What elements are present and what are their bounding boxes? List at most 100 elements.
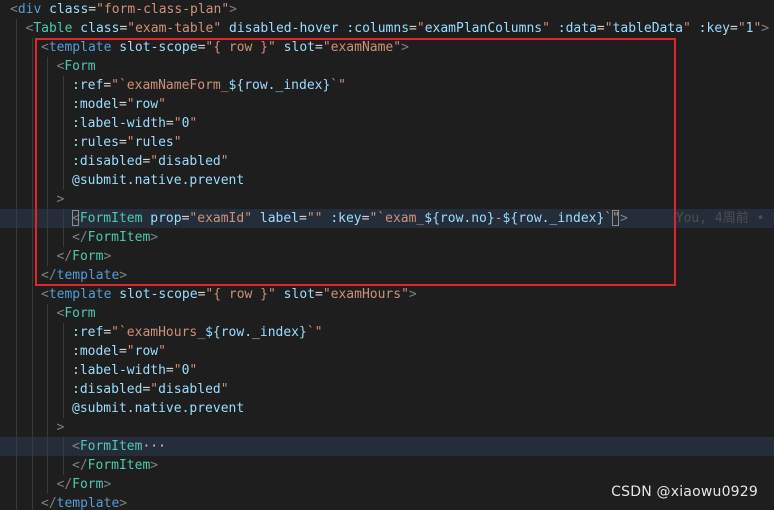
code-token: tableData	[612, 21, 684, 36]
indent-guide	[32, 285, 33, 304]
code-token: @submit.native.prevent	[72, 173, 245, 188]
code-line[interactable]: >	[0, 418, 774, 437]
code-line[interactable]: <div class="form-class-plan">	[0, 0, 774, 19]
code-editor[interactable]: <div class="form-class-plan"> <Table clas…	[0, 0, 774, 510]
code-line[interactable]: <Form	[0, 57, 774, 76]
code-token: -	[494, 211, 503, 226]
indent-guide	[32, 475, 33, 494]
code-token: @submit.native.prevent	[72, 401, 245, 416]
code-text: :label-width="0"	[72, 114, 197, 133]
code-token: "{ row }"	[205, 40, 276, 55]
code-line[interactable]: :disabled="disabled"	[0, 380, 774, 399]
code-line[interactable]: <Table class="exam-table" disabled-hover…	[0, 19, 774, 38]
code-token: "examName"	[322, 40, 402, 55]
code-line[interactable]: :model="row"	[0, 342, 774, 361]
indent-guide	[47, 171, 48, 190]
code-line[interactable]: :label-width="0"	[0, 114, 774, 133]
code-token: <	[41, 287, 49, 302]
code-token: "form-class-plan"	[96, 2, 230, 17]
code-token: </	[72, 230, 88, 245]
code-token: "`	[111, 325, 127, 340]
code-token: "	[173, 135, 182, 150]
code-token: row	[134, 344, 159, 359]
code-line[interactable]: @submit.native.prevent	[0, 171, 774, 190]
code-token: >	[103, 249, 112, 264]
code-token: Form	[72, 249, 104, 264]
code-line[interactable]: </FormItem>	[0, 456, 774, 475]
indent-guide	[16, 304, 17, 323]
code-token: <	[10, 2, 18, 17]
watermark: CSDN @xiaowu0929	[611, 484, 758, 500]
code-token: "	[220, 382, 229, 397]
code-token: "	[158, 97, 166, 112]
code-line[interactable]: :model="row"	[0, 95, 774, 114]
indent-guide	[32, 266, 33, 285]
indent-guide	[47, 304, 48, 323]
indent-guide	[32, 152, 33, 171]
code-text: <Form	[57, 57, 96, 76]
code-token: >	[56, 192, 65, 207]
code-token: disabled	[158, 382, 221, 397]
indent-guide	[63, 380, 64, 399]
code-token: "examId"	[189, 211, 253, 226]
code-token: >	[119, 496, 128, 510]
indent-guide	[16, 114, 17, 133]
indent-guide	[47, 399, 48, 418]
code-line[interactable]: <template slot-scope="{ row }" slot="exa…	[0, 38, 774, 57]
indent-guide	[16, 399, 17, 418]
code-token: </	[41, 268, 57, 283]
code-token: </	[56, 477, 73, 492]
indent-guide	[32, 437, 33, 456]
code-line[interactable]: <template slot-scope="{ row }" slot="exa…	[0, 285, 774, 304]
code-token: "	[189, 116, 198, 131]
code-text: :model="row"	[72, 342, 166, 361]
indent-guide	[32, 95, 33, 114]
code-text: >	[57, 418, 65, 437]
code-token: disabled-hover	[229, 21, 339, 36]
code-line[interactable]: </template>	[0, 266, 774, 285]
indent-guide	[63, 342, 64, 361]
code-token: examPlanColumns	[424, 21, 543, 36]
code-token: =	[596, 21, 605, 36]
code-token: Form	[64, 59, 96, 74]
indent-guide	[32, 494, 33, 510]
code-text: </Form>	[57, 475, 112, 494]
code-line[interactable]: <FormItem prop="examId" label="" :key="`…	[0, 209, 774, 228]
indent-guide	[47, 133, 48, 152]
code-line[interactable]: <Form	[0, 304, 774, 323]
code-token: =	[118, 344, 127, 359]
indent-guide	[47, 361, 48, 380]
code-token: Table	[33, 21, 73, 36]
indent-guide	[47, 437, 48, 456]
code-token: =	[118, 135, 127, 150]
code-line[interactable]: :ref="`examNameForm_${row._index}`"	[0, 76, 774, 95]
code-line[interactable]: >	[0, 190, 774, 209]
indent-guide	[32, 76, 33, 95]
code-token: >	[401, 40, 409, 55]
indent-guide	[47, 114, 48, 133]
code-line[interactable]: :rules="rules"	[0, 133, 774, 152]
code-token: =	[314, 287, 323, 302]
code-line[interactable]: </Form>	[0, 247, 774, 266]
indent-guide	[32, 114, 33, 133]
indent-guide	[47, 209, 48, 228]
code-line[interactable]: :ref="`examHours_${row._index}`"	[0, 323, 774, 342]
indent-guide	[32, 304, 33, 323]
code-line[interactable]: <FormItem···	[0, 437, 774, 456]
code-line[interactable]: @submit.native.prevent	[0, 399, 774, 418]
code-line[interactable]: :disabled="disabled"	[0, 152, 774, 171]
code-token: "	[604, 21, 613, 36]
code-text: >	[57, 190, 65, 209]
code-text: </FormItem>	[72, 456, 158, 475]
indent-guide	[32, 228, 33, 247]
code-line[interactable]: :label-width="0"	[0, 361, 774, 380]
indent-guide	[63, 171, 64, 190]
indent-guide	[16, 494, 17, 510]
code-line[interactable]: </FormItem>	[0, 228, 774, 247]
code-text: @submit.native.prevent	[72, 171, 244, 190]
